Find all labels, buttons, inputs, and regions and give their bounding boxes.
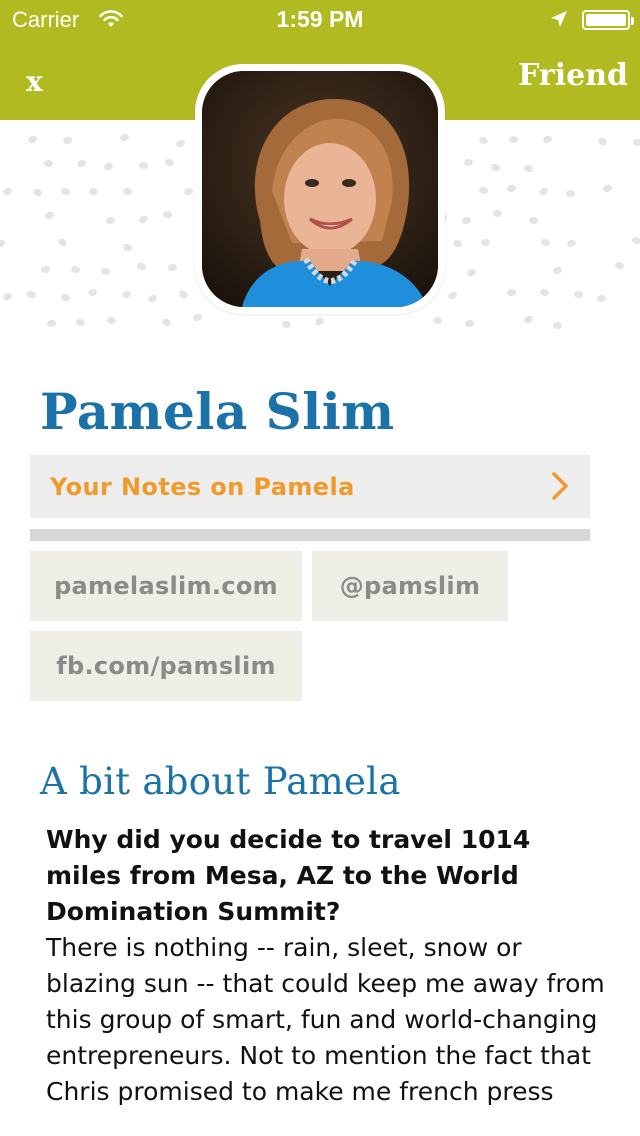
decor-dot: [631, 235, 640, 245]
twitter-link[interactable]: @pamslim: [312, 551, 508, 621]
decor-dot: [136, 261, 147, 271]
avatar-frame: [195, 64, 445, 314]
decor-dot: [183, 187, 194, 196]
decor-dot: [602, 183, 614, 193]
decor-dot: [490, 163, 501, 173]
decor-dot: [505, 184, 517, 194]
decor-dot: [508, 135, 518, 143]
decor-dot: [0, 238, 7, 249]
decor-dot: [597, 136, 609, 147]
decor-dot: [106, 316, 117, 326]
decor-dot: [26, 289, 37, 299]
decor-dot: [523, 164, 534, 174]
decor-dot: [478, 187, 488, 195]
decor-dot: [539, 238, 551, 248]
decor-dot: [541, 134, 553, 144]
decor-dot: [481, 238, 491, 247]
decor-dot: [538, 186, 550, 197]
decor-dot: [463, 158, 474, 167]
decor-dot: [192, 313, 203, 323]
decor-dot: [75, 158, 88, 169]
decor-dot: [492, 209, 503, 219]
decor-dot: [464, 319, 475, 329]
decor-dot: [177, 288, 189, 300]
decor-dot: [552, 321, 563, 329]
profile-name: Pamela Slim: [40, 382, 395, 441]
decor-dot: [32, 187, 44, 198]
chevron-right-icon: [552, 472, 568, 500]
decor-dot: [121, 242, 133, 252]
decor-dot: [162, 210, 172, 219]
decor-dot: [2, 186, 14, 197]
decor-dot: [87, 288, 98, 298]
decor-dot: [40, 264, 51, 274]
battery-icon: [582, 10, 634, 30]
decor-dot: [57, 237, 69, 249]
decor-dot: [100, 267, 111, 277]
decor-dot: [88, 186, 100, 197]
decor-dot: [460, 215, 472, 226]
decor-dot: [62, 135, 73, 145]
decor-dot: [523, 314, 535, 325]
decor-dot: [506, 287, 517, 297]
location-icon: [551, 11, 567, 27]
notes-label: Your Notes on Pamela: [50, 472, 355, 501]
decor-dot: [105, 216, 116, 225]
decor-dot: [44, 211, 56, 221]
about-question: Why did you decide to travel 1014 miles …: [46, 825, 531, 926]
decor-dot: [175, 138, 187, 148]
notes-row[interactable]: Your Notes on Pamela: [30, 455, 590, 518]
decor-dot: [160, 317, 172, 328]
decor-dot: [596, 294, 607, 304]
decor-dot: [281, 319, 292, 329]
friend-button[interactable]: Friend: [518, 58, 628, 93]
decor-dot: [551, 265, 563, 275]
decor-dot: [122, 187, 133, 196]
decor-dot: [433, 317, 443, 325]
close-button[interactable]: x: [26, 62, 66, 102]
decor-dot: [75, 317, 87, 328]
decor-dot: [632, 138, 640, 147]
decor-dot: [71, 265, 81, 274]
decor-dot: [163, 157, 175, 168]
divider: [30, 529, 590, 541]
facebook-link[interactable]: fb.com/pamslim: [30, 631, 302, 701]
about-answer: There is nothing -- rain, sleet, snow or…: [46, 933, 605, 1106]
decor-dot: [566, 189, 576, 198]
decor-dot: [614, 261, 625, 271]
decor-dot: [447, 290, 459, 301]
decor-dot: [465, 267, 478, 278]
decor-dot: [59, 292, 71, 303]
clock: 1:59 PM: [276, 6, 364, 32]
decor-dot: [313, 316, 325, 327]
decor-dot: [528, 216, 538, 224]
profile-photo: [202, 71, 438, 307]
about-heading: A bit about Pamela: [40, 760, 401, 803]
decor-dot: [26, 133, 39, 145]
decor-dot: [102, 161, 114, 172]
avatar: [202, 71, 438, 307]
decor-dot: [478, 135, 490, 147]
decor-dot: [138, 161, 149, 170]
decor-dot: [43, 158, 54, 168]
decor-dot: [119, 132, 130, 143]
decor-dot: [451, 238, 463, 249]
decor-dot: [60, 186, 72, 197]
decor-dot: [539, 287, 551, 297]
decor-dot: [137, 214, 149, 225]
decor-dot: [121, 289, 133, 299]
website-link[interactable]: pamelaslim.com: [30, 551, 302, 621]
decor-dot: [573, 290, 584, 299]
decor-dot: [147, 293, 159, 305]
decor-dot: [566, 238, 577, 249]
decor-dot: [168, 263, 178, 272]
decor-dot: [1, 291, 14, 303]
decor-dot: [46, 319, 57, 328]
status-bar: Carrier 1:59 PM: [0, 0, 640, 40]
